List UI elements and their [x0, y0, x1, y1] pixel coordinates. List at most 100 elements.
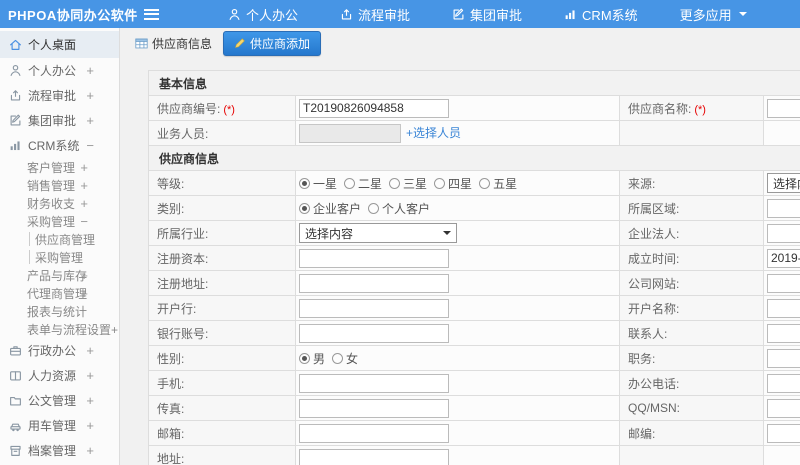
text-input[interactable]: [767, 223, 800, 243]
topnav-item-label: CRM系统: [582, 7, 638, 23]
edit-icon: [9, 114, 22, 127]
sidebar-item[interactable]: 财务收支 +: [0, 194, 119, 212]
radio-option[interactable]: 一星: [299, 175, 337, 192]
expand-icon[interactable]: +: [86, 88, 94, 103]
radio-group: 企业客户 个人客户: [299, 200, 430, 217]
radio-option[interactable]: 男: [299, 350, 325, 367]
briefcase-icon: [9, 344, 22, 357]
sidebar-item[interactable]: 行政办公 +: [0, 338, 119, 363]
radio-icon[interactable]: [389, 177, 401, 189]
radio-icon[interactable]: [299, 202, 310, 214]
text-input[interactable]: [767, 298, 800, 318]
expand-icon[interactable]: +: [80, 160, 88, 175]
expand-icon[interactable]: +: [86, 418, 94, 433]
sidebar-item[interactable]: 集团审批 +: [0, 108, 119, 133]
sidebar-item[interactable]: 产品与库存 +: [0, 266, 119, 284]
radio-icon[interactable]: [299, 352, 310, 364]
text-input[interactable]: [299, 323, 449, 343]
text-input[interactable]: [299, 248, 449, 268]
text-input[interactable]: [299, 298, 449, 318]
form-wrap: 基本信息供应商编号:(*) 供应商名称:(*) 业务人员: +选择人员供应商信息等级:…: [148, 70, 800, 465]
field-cell: [295, 395, 620, 421]
topnav-item[interactable]: CRM系统: [543, 0, 659, 28]
radio-icon[interactable]: [368, 202, 380, 214]
collapse-icon[interactable]: −: [80, 214, 88, 229]
expand-icon[interactable]: +: [86, 393, 94, 408]
collapse-icon[interactable]: −: [86, 138, 94, 153]
expand-icon[interactable]: +: [80, 268, 88, 283]
text-input[interactable]: [299, 398, 449, 418]
sidebar-item[interactable]: 采购管理 −: [0, 212, 119, 230]
text-input[interactable]: [299, 448, 449, 465]
sidebar-item[interactable]: 个人办公 +: [0, 58, 119, 83]
text-input[interactable]: [767, 98, 800, 118]
choose-person-link[interactable]: +选择人员: [406, 126, 461, 140]
topbar: PHPOA协同办公软件 个人办公 流程审批 集团审批 CRM系统 更多应用: [0, 0, 800, 28]
radio-icon[interactable]: [332, 352, 344, 364]
section-header: 供应商信息: [148, 145, 800, 171]
text-input[interactable]: [767, 248, 800, 268]
sidebar-item[interactable]: 人力资源 +: [0, 363, 119, 388]
radio-icon[interactable]: [344, 177, 356, 189]
text-input[interactable]: [767, 273, 800, 293]
text-input[interactable]: [767, 348, 800, 368]
radio-icon[interactable]: [299, 177, 310, 189]
text-input[interactable]: [767, 198, 800, 218]
tab-supplier-info[interactable]: 供应商信息: [133, 32, 214, 55]
expand-icon[interactable]: +: [86, 443, 94, 458]
field-cell: [762, 370, 800, 396]
tab-label: 供应商信息: [152, 36, 213, 51]
text-input[interactable]: [767, 373, 800, 393]
sidebar-item[interactable]: 个人桌面: [0, 31, 119, 58]
text-input[interactable]: [299, 273, 449, 293]
radio-option[interactable]: 四星: [434, 175, 472, 192]
radio-icon[interactable]: [434, 177, 446, 189]
expand-icon[interactable]: +: [86, 63, 94, 78]
sidebar-item[interactable]: 流程审批 +: [0, 83, 119, 108]
sidebar-item[interactable]: 采购管理: [0, 248, 119, 266]
expand-icon[interactable]: +: [80, 286, 88, 301]
sidebar-item[interactable]: 供应商管理: [0, 230, 119, 248]
radio-option[interactable]: 个人客户: [368, 200, 430, 217]
select-box[interactable]: 选择内容: [767, 173, 800, 193]
text-input[interactable]: [767, 398, 800, 418]
sidebar-item[interactable]: 档案管理 +: [0, 438, 119, 463]
field-label: 供应商名称: (*): [619, 95, 764, 121]
text-input[interactable]: [299, 98, 449, 118]
text-input[interactable]: [299, 373, 449, 393]
expand-icon[interactable]: +: [80, 196, 88, 211]
expand-icon[interactable]: +: [86, 368, 94, 383]
radio-option[interactable]: 企业客户: [299, 200, 361, 217]
sidebar-item[interactable]: 公文管理 +: [0, 388, 119, 413]
expand-icon[interactable]: +: [86, 343, 94, 358]
radio-option[interactable]: 三星: [389, 175, 427, 192]
sidebar-item[interactable]: 代理商管理 +: [0, 284, 119, 302]
topnav-item[interactable]: 个人办公: [207, 0, 319, 28]
text-input[interactable]: [299, 123, 401, 143]
menu-toggle-icon[interactable]: [144, 8, 159, 20]
select-box[interactable]: 选择内容: [299, 223, 457, 243]
expand-icon[interactable]: +: [80, 178, 88, 193]
sidebar-item[interactable]: 用车管理 +: [0, 413, 119, 438]
text-input[interactable]: [767, 423, 800, 443]
chevron-down-icon: [738, 12, 747, 20]
radio-option[interactable]: 二星: [344, 175, 382, 192]
field-cell: [295, 445, 620, 465]
sidebar-item[interactable]: CRM系统 −: [0, 133, 119, 158]
sidebar-item[interactable]: 表单与流程设置+: [0, 320, 119, 338]
sidebar-item[interactable]: 客户管理 +: [0, 158, 119, 176]
sidebar-item[interactable]: 报表与统计: [0, 302, 119, 320]
radio-option[interactable]: 五星: [479, 175, 517, 192]
field-label: 开户行:: [148, 295, 296, 321]
sidebar-item-label: CRM系统: [28, 139, 80, 153]
tab-supplier-add[interactable]: 供应商添加: [223, 30, 322, 56]
radio-icon[interactable]: [479, 177, 491, 189]
text-input[interactable]: [299, 423, 449, 443]
topnav-item[interactable]: 集团审批: [431, 0, 543, 28]
radio-option[interactable]: 女: [332, 350, 358, 367]
topnav-item[interactable]: 更多应用: [659, 0, 768, 28]
text-input[interactable]: [767, 323, 800, 343]
sidebar-item[interactable]: 销售管理 +: [0, 176, 119, 194]
expand-icon[interactable]: +: [86, 113, 94, 128]
topnav-item[interactable]: 流程审批: [319, 0, 431, 28]
